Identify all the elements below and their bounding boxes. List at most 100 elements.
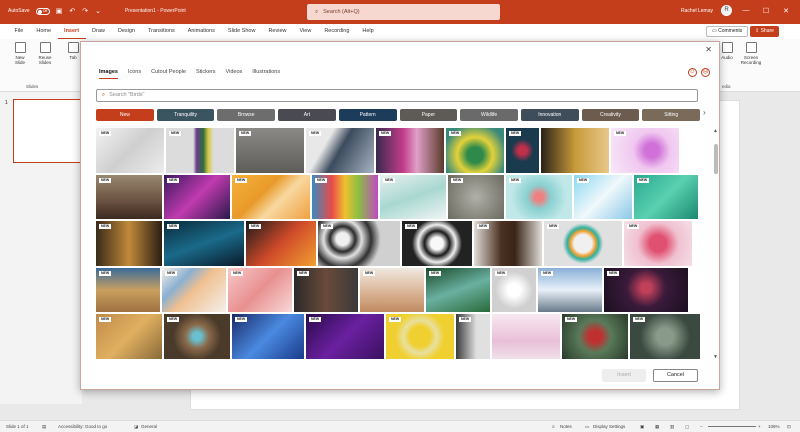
image-tile[interactable]: NEW [446, 128, 504, 173]
image-tile[interactable]: NEW [456, 314, 490, 359]
tab-help[interactable]: Help [356, 24, 380, 39]
image-tile[interactable]: NEW [96, 221, 162, 266]
image-tile[interactable]: NEW [246, 221, 316, 266]
close-icon[interactable]: ✕ [705, 45, 712, 54]
chip-sitting[interactable]: Sitting [642, 109, 701, 121]
image-tile[interactable]: NEW [164, 174, 230, 219]
image-tile[interactable]: NEW [604, 267, 688, 312]
chip-innovation[interactable]: Innovation [520, 109, 579, 121]
slide-thumbnail[interactable] [13, 99, 81, 163]
image-tile[interactable]: NEW [232, 314, 304, 359]
notes-button[interactable]: Notes [560, 424, 572, 429]
image-tile[interactable]: NEW [624, 221, 692, 266]
audio-button[interactable]: Audio [718, 42, 736, 60]
scroll-up-icon[interactable]: ▲ [713, 128, 718, 134]
image-tile[interactable]: NEW [236, 128, 304, 173]
sensitivity-label[interactable]: General [141, 424, 157, 429]
image-tile[interactable]: NEW [538, 267, 602, 312]
comments-button[interactable]: ▭ Comments [706, 26, 749, 37]
image-tile[interactable] [541, 128, 609, 173]
chip-pattern[interactable]: Pattern [338, 109, 397, 121]
tab-design[interactable]: Design [111, 24, 141, 39]
tab-videos[interactable]: Videos [226, 69, 243, 79]
image-tile[interactable]: NEW [306, 314, 384, 359]
avatar[interactable]: R [721, 5, 732, 16]
tab-home[interactable]: Home [30, 24, 58, 39]
zoom-level[interactable]: 106% [768, 424, 780, 429]
image-tile[interactable]: NEW [318, 221, 400, 266]
image-search-input[interactable]: ⌕ Search "Birds" [96, 89, 698, 102]
screen-recording-button[interactable]: Screen Recording [738, 42, 764, 65]
tab-stickers[interactable]: Stickers [196, 69, 216, 79]
share-button[interactable]: ⇪ Share [750, 26, 779, 37]
spellcheck-icon[interactable]: ▤ [42, 424, 46, 430]
slide-sorter-icon[interactable]: ▦ [655, 424, 659, 430]
tab-review[interactable]: Review [262, 24, 293, 39]
image-tile[interactable]: NEW [402, 221, 472, 266]
chevron-right-icon[interactable]: › [703, 108, 706, 117]
chip-wildlife[interactable]: Wildlife [460, 109, 518, 121]
image-tile[interactable]: NEW [386, 314, 454, 359]
tab-images[interactable]: Images [99, 69, 118, 79]
image-tile[interactable]: NEW [506, 174, 572, 219]
table-button[interactable]: Tab [66, 42, 80, 60]
fit-to-window-icon[interactable]: ⊡ [787, 424, 791, 430]
maximize-icon[interactable]: ☐ [760, 7, 772, 15]
tab-animations[interactable]: Animations [181, 24, 221, 39]
image-tile[interactable]: NEW [306, 128, 374, 173]
tab-file[interactable]: File [8, 24, 30, 39]
chip-creativity[interactable]: Creativity [581, 109, 640, 121]
zoom-in-icon[interactable]: + [758, 424, 761, 429]
image-tile[interactable]: NEW [312, 174, 378, 219]
image-tile[interactable]: NEW [448, 174, 504, 219]
image-tile[interactable]: NEW [426, 267, 490, 312]
search-input[interactable]: ⌕ Search (Alt+Q) [307, 4, 500, 20]
display-settings-button[interactable]: Display Settings [593, 424, 625, 429]
tab-insert[interactable]: Insert [57, 24, 86, 39]
image-tile[interactable]: NEW [562, 314, 628, 359]
accessibility-status[interactable]: Accessibility: Good to go [58, 424, 107, 429]
image-tile[interactable]: NEW [228, 267, 292, 312]
undo-icon[interactable]: ↶ [69, 7, 75, 15]
image-tile[interactable]: NEW [164, 221, 244, 266]
image-tile[interactable]: NEW [96, 128, 164, 173]
image-tile[interactable]: NEW [294, 267, 358, 312]
image-tile[interactable]: NEW [506, 128, 539, 173]
image-tile[interactable] [492, 314, 560, 359]
zoom-out-icon[interactable]: − [700, 424, 703, 429]
scroll-down-icon[interactable]: ▼ [713, 354, 718, 360]
image-tile[interactable]: NEW [96, 314, 162, 359]
insert-button[interactable]: Insert [602, 369, 646, 382]
reuse-slides-button[interactable]: Reuse Slides [34, 42, 56, 65]
reading-view-icon[interactable]: ▥ [670, 424, 674, 430]
image-tile[interactable]: NEW [360, 267, 424, 312]
frown-feedback-icon[interactable]: ☹ [701, 68, 710, 77]
image-tile[interactable]: NEW [380, 174, 446, 219]
image-tile[interactable]: NEW [162, 267, 226, 312]
tab-transitions[interactable]: Transitions [142, 24, 182, 39]
save-icon[interactable]: ▣ [56, 7, 63, 15]
chip-paper[interactable]: Paper [399, 109, 458, 121]
image-tile[interactable]: NEW [574, 174, 632, 219]
image-tile[interactable]: NEW [544, 221, 622, 266]
slideshow-icon[interactable]: ▢ [685, 424, 689, 430]
chip-new[interactable]: New [96, 109, 154, 121]
tab-icons[interactable]: Icons [128, 69, 141, 79]
zoom-slider[interactable] [708, 426, 756, 427]
image-grid-scrollbar[interactable]: ▲ ▼ [713, 128, 719, 360]
redo-icon[interactable]: ↷ [82, 7, 88, 15]
image-tile[interactable]: NEW [376, 128, 444, 173]
tab-illustrations[interactable]: Illustrations [252, 69, 280, 79]
new-slide-button[interactable]: New Slide [10, 42, 30, 65]
tab-slide-show[interactable]: Slide Show [221, 24, 262, 39]
tab-view[interactable]: View [293, 24, 318, 39]
image-tile[interactable]: NEW [492, 267, 536, 312]
image-tile[interactable]: NEW [96, 174, 162, 219]
image-tile[interactable]: NEW [232, 174, 310, 219]
scrollbar-thumb[interactable] [714, 144, 718, 174]
image-tile[interactable]: NEW [166, 128, 234, 173]
tab-recording[interactable]: Recording [318, 24, 356, 39]
image-tile[interactable]: NEW [634, 174, 698, 219]
close-icon[interactable]: ✕ [780, 7, 792, 15]
image-tile[interactable]: NEW [630, 314, 700, 359]
